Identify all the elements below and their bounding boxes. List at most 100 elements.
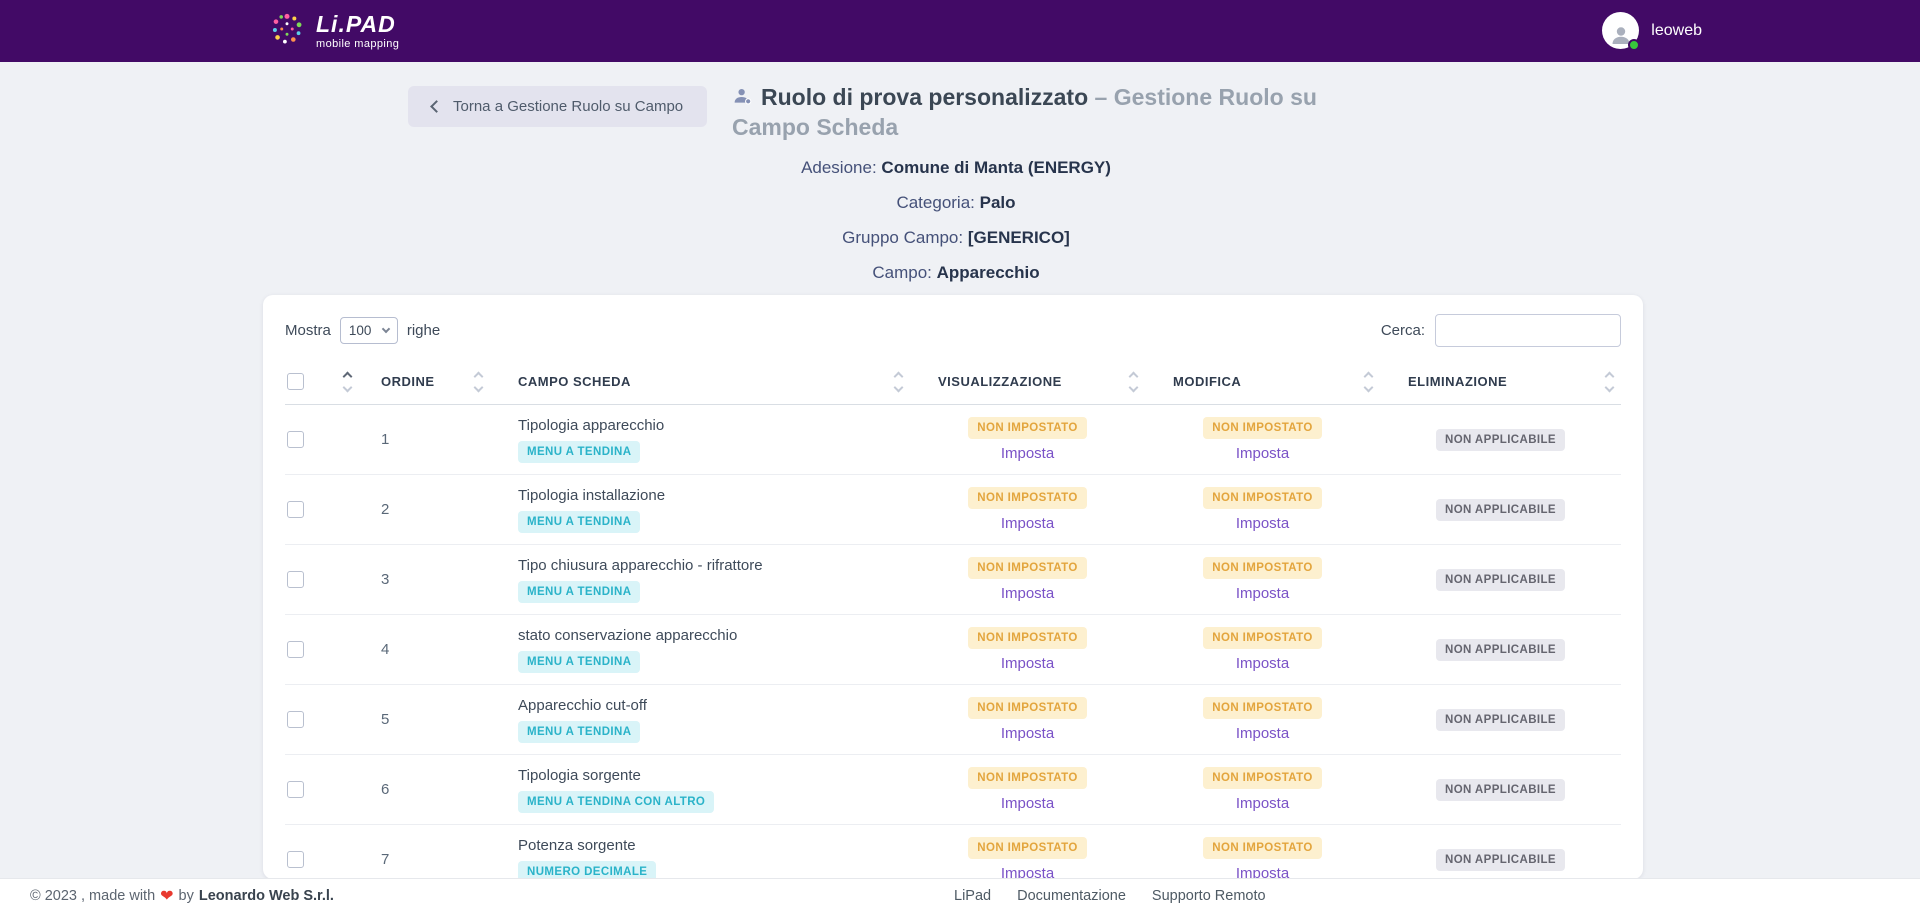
visualizzazione-imposta-link[interactable]: Imposta: [1001, 585, 1054, 602]
table-row: 1 Tipologia apparecchio MENU A TENDINA N…: [285, 405, 1621, 475]
back-button[interactable]: Torna a Gestione Ruolo su Campo: [408, 86, 707, 127]
logo-title: Li.PAD: [316, 13, 396, 36]
visualizzazione-status-badge: NON IMPOSTATO: [968, 557, 1086, 579]
row-ordine: 5: [365, 711, 490, 728]
sort-icons[interactable]: [1606, 373, 1613, 391]
visualizzazione-status-badge: NON IMPOSTATO: [968, 837, 1086, 859]
row-campo-name: stato conservazione apparecchio: [518, 627, 737, 644]
row-checkbox[interactable]: [287, 431, 304, 448]
modifica-status-badge: NON IMPOSTATO: [1203, 627, 1321, 649]
modifica-imposta-link[interactable]: Imposta: [1236, 585, 1289, 602]
visualizzazione-imposta-link[interactable]: Imposta: [1001, 725, 1054, 742]
search-input[interactable]: [1435, 314, 1621, 347]
info-gruppo-campo: Gruppo Campo: [GENERICO]: [0, 220, 1912, 255]
table-row: 3 Tipo chiusura apparecchio - rifrattore…: [285, 545, 1621, 615]
heart-icon: ❤: [160, 886, 173, 906]
rows-per-page-select[interactable]: 100: [340, 317, 398, 344]
visualizzazione-imposta-link[interactable]: Imposta: [1001, 795, 1054, 812]
modifica-imposta-link[interactable]: Imposta: [1236, 655, 1289, 672]
row-ordine: 2: [365, 501, 490, 518]
footer-link-documentazione[interactable]: Documentazione: [1017, 888, 1126, 904]
modifica-imposta-link[interactable]: Imposta: [1236, 725, 1289, 742]
visualizzazione-imposta-link[interactable]: Imposta: [1001, 445, 1054, 462]
row-campo-name: Tipo chiusura apparecchio - rifrattore: [518, 557, 763, 574]
table-card: Mostra 100 righe Cerca: ORDINE CAMPO SCH…: [263, 295, 1643, 879]
modifica-imposta-link[interactable]: Imposta: [1236, 795, 1289, 812]
modifica-imposta-link[interactable]: Imposta: [1236, 515, 1289, 532]
copyright: © 2023 , made with ❤ by Leonardo Web S.r…: [30, 879, 334, 912]
row-campo-name: Tipologia sorgente: [518, 767, 641, 784]
company-name: Leonardo Web S.r.l.: [199, 888, 334, 904]
row-ordine: 3: [365, 571, 490, 588]
eliminazione-status-badge: NON APPLICABILE: [1436, 779, 1565, 801]
page-title: Ruolo di prova personalizzato – Gestione…: [732, 82, 1392, 142]
footer-links: LiPad Documentazione Supporto Remoto: [954, 879, 1266, 912]
table-header-row: ORDINE CAMPO SCHEDA VISUALIZZAZIONE MODI…: [285, 359, 1621, 405]
visualizzazione-status-badge: NON IMPOSTATO: [968, 697, 1086, 719]
column-header-eliminazione: ELIMINAZIONE: [1380, 359, 1621, 404]
row-checkbox[interactable]: [287, 781, 304, 798]
row-checkbox[interactable]: [287, 711, 304, 728]
sort-icons[interactable]: [1130, 373, 1137, 391]
sort-icons[interactable]: [344, 373, 351, 391]
modifica-status-badge: NON IMPOSTATO: [1203, 487, 1321, 509]
table-row: 5 Apparecchio cut-off MENU A TENDINA NON…: [285, 685, 1621, 755]
page-title-main: Ruolo di prova personalizzato: [761, 84, 1088, 110]
eliminazione-status-badge: NON APPLICABILE: [1436, 639, 1565, 661]
row-checkbox[interactable]: [287, 641, 304, 658]
footer: © 2023 , made with ❤ by Leonardo Web S.r…: [0, 878, 1920, 912]
row-tipo-badge: MENU A TENDINA: [518, 721, 640, 743]
table-controls: Mostra 100 righe Cerca:: [285, 315, 1621, 345]
visualizzazione-imposta-link[interactable]: Imposta: [1001, 515, 1054, 532]
row-campo-name: Apparecchio cut-off: [518, 697, 647, 714]
footer-link-supporto-remoto[interactable]: Supporto Remoto: [1152, 888, 1266, 904]
modifica-status-badge: NON IMPOSTATO: [1203, 697, 1321, 719]
logo-subtitle: mobile mapping: [316, 39, 399, 50]
sort-icons[interactable]: [895, 373, 902, 391]
column-header-modifica: MODIFICA: [1145, 359, 1380, 404]
column-header-campo-scheda: CAMPO SCHEDA: [490, 359, 910, 404]
eliminazione-status-badge: NON APPLICABILE: [1436, 499, 1565, 521]
row-campo-name: Potenza sorgente: [518, 837, 636, 854]
visualizzazione-imposta-link[interactable]: Imposta: [1001, 865, 1054, 879]
row-ordine: 4: [365, 641, 490, 658]
modifica-status-badge: NON IMPOSTATO: [1203, 417, 1321, 439]
lipad-logo[interactable]: Li.PAD mobile mapping: [266, 8, 399, 55]
row-tipo-badge: MENU A TENDINA: [518, 511, 640, 533]
sort-icons[interactable]: [1365, 373, 1372, 391]
table-row: 4 stato conservazione apparecchio MENU A…: [285, 615, 1621, 685]
user-menu[interactable]: leoweb: [1602, 12, 1702, 49]
search-label: Cerca:: [1381, 322, 1425, 339]
info-categoria: Categoria: Palo: [0, 185, 1912, 220]
chevron-down-icon: [382, 324, 390, 332]
row-checkbox[interactable]: [287, 501, 304, 518]
row-checkbox[interactable]: [287, 571, 304, 588]
modifica-imposta-link[interactable]: Imposta: [1236, 865, 1289, 879]
row-campo-name: Tipologia apparecchio: [518, 417, 664, 434]
row-tipo-badge: MENU A TENDINA CON ALTRO: [518, 791, 714, 813]
row-ordine: 6: [365, 781, 490, 798]
row-tipo-badge: MENU A TENDINA: [518, 441, 640, 463]
row-checkbox[interactable]: [287, 851, 304, 868]
username: leoweb: [1651, 22, 1702, 40]
visualizzazione-status-badge: NON IMPOSTATO: [968, 767, 1086, 789]
online-status-dot: [1628, 39, 1640, 51]
sort-icons[interactable]: [475, 373, 482, 391]
eliminazione-status-badge: NON APPLICABILE: [1436, 569, 1565, 591]
column-header-visualizzazione: VISUALIZZAZIONE: [910, 359, 1145, 404]
modifica-status-badge: NON IMPOSTATO: [1203, 837, 1321, 859]
modifica-status-badge: NON IMPOSTATO: [1203, 557, 1321, 579]
select-all-checkbox[interactable]: [287, 373, 304, 390]
info-adesione: Adesione: Comune di Manta (ENERGY): [0, 150, 1912, 185]
avatar: [1602, 12, 1639, 49]
visualizzazione-status-badge: NON IMPOSTATO: [968, 487, 1086, 509]
row-tipo-badge: NUMERO DECIMALE: [518, 861, 656, 880]
role-icon: [732, 86, 753, 107]
eliminazione-status-badge: NON APPLICABILE: [1436, 849, 1565, 871]
footer-link-lipad[interactable]: LiPad: [954, 888, 991, 904]
chevron-left-icon: [430, 100, 443, 113]
table-row: 6 Tipologia sorgente MENU A TENDINA CON …: [285, 755, 1621, 825]
visualizzazione-imposta-link[interactable]: Imposta: [1001, 655, 1054, 672]
modifica-imposta-link[interactable]: Imposta: [1236, 445, 1289, 462]
row-tipo-badge: MENU A TENDINA: [518, 651, 640, 673]
